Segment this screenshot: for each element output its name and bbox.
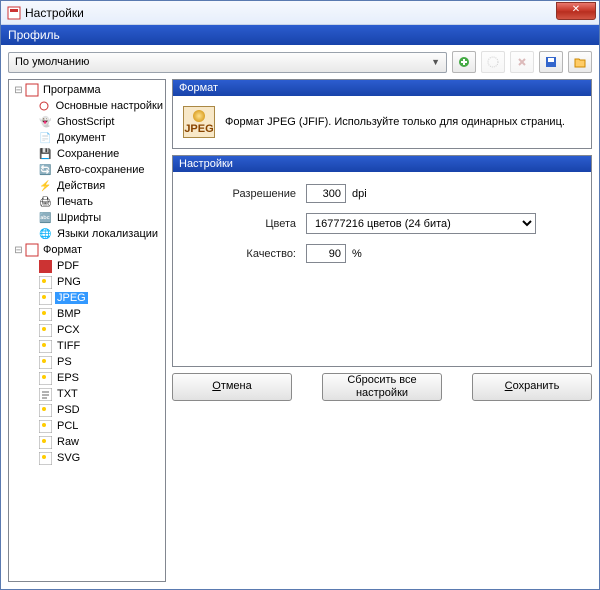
img-icon [38, 275, 53, 289]
ghost-icon: 👻 [38, 115, 53, 129]
save-button[interactable]: Сохранить [472, 373, 592, 401]
format-description: Формат JPEG (JFIF). Используйте только д… [225, 116, 565, 128]
app-icon [7, 6, 21, 20]
colors-label: Цвета [191, 218, 306, 230]
img-icon [38, 419, 53, 433]
tree-item-raw[interactable]: Raw [9, 434, 165, 450]
img-icon [38, 307, 53, 321]
tree-item-ps[interactable]: PS [9, 354, 165, 370]
resolution-unit: dpi [352, 188, 367, 200]
close-button[interactable]: ✕ [556, 2, 596, 20]
tree-item-авто-сохранение[interactable]: 🔄Авто-сохранение [9, 162, 165, 178]
app-icon [24, 83, 39, 97]
tree-item-ghostscript[interactable]: 👻GhostScript [9, 114, 165, 130]
tree-item-языки локализации[interactable]: 🌐Языки локализации [9, 226, 165, 242]
img-icon [38, 291, 53, 305]
settings-window: Настройки ✕ Профиль По умолчанию ▼ ⊟Прог… [0, 0, 600, 590]
gear-icon [37, 99, 52, 113]
tree-item-eps[interactable]: EPS [9, 370, 165, 386]
window-title: Настройки [25, 6, 84, 20]
jpeg-icon: JPEG [183, 106, 215, 138]
txt-icon [38, 387, 53, 401]
tree-toggle-icon[interactable]: ⊟ [13, 85, 24, 96]
tree-item-печать[interactable]: 🖨Печать [9, 194, 165, 210]
reset-button[interactable]: Сбросить все настройки [322, 373, 442, 401]
tree-item-документ[interactable]: 📄Документ [9, 130, 165, 146]
font-icon: 🔤 [38, 211, 53, 225]
quality-label: Качество: [191, 248, 306, 260]
tree-item-bmp[interactable]: BMP [9, 306, 165, 322]
cancel-button[interactable]: Отмена [172, 373, 292, 401]
tree-item-pdf[interactable]: PDF [9, 258, 165, 274]
tree-item-формат[interactable]: ⊟Формат [9, 242, 165, 258]
img-icon [38, 403, 53, 417]
lang-icon: 🌐 [38, 227, 53, 241]
quality-input[interactable] [306, 244, 346, 263]
resolution-input[interactable] [306, 184, 346, 203]
profile-header: Профиль [1, 25, 599, 45]
tree-pane[interactable]: ⊟ПрограммаОсновные настройки👻GhostScript… [8, 79, 166, 582]
tree-item-программа[interactable]: ⊟Программа [9, 82, 165, 98]
resolution-label: Разрешение [191, 188, 306, 200]
tree-item-jpeg[interactable]: JPEG [9, 290, 165, 306]
profile-selected: По умолчанию [15, 56, 89, 68]
print-icon: 🖨 [38, 195, 53, 209]
auto-icon: 🔄 [38, 163, 53, 177]
profile-row: По умолчанию ▼ [1, 45, 599, 79]
chevron-down-icon: ▼ [431, 57, 440, 67]
tree-item-txt[interactable]: TXT [9, 386, 165, 402]
quality-unit: % [352, 248, 362, 260]
delete-profile-button[interactable] [510, 51, 534, 73]
format-panel: Формат JPEG Формат JPEG (JFIF). Использу… [172, 79, 592, 149]
tree-item-svg[interactable]: SVG [9, 450, 165, 466]
pdf-icon [38, 259, 53, 273]
tree-item-сохранение[interactable]: 💾Сохранение [9, 146, 165, 162]
tree-item-основные настройки[interactable]: Основные настройки [9, 98, 165, 114]
right-pane: Формат JPEG Формат JPEG (JFIF). Использу… [172, 79, 592, 582]
settings-panel-title: Настройки [173, 156, 591, 172]
img-icon [38, 355, 53, 369]
tree-item-png[interactable]: PNG [9, 274, 165, 290]
titlebar: Настройки ✕ [1, 1, 599, 25]
tree-toggle-icon[interactable]: ⊟ [13, 245, 24, 256]
settings-panel: Настройки Разрешение dpi Цвета 16777216 … [172, 155, 592, 367]
img-icon [38, 339, 53, 353]
tree-item-действия[interactable]: ⚡Действия [9, 178, 165, 194]
img-icon [38, 435, 53, 449]
save-profile-button[interactable] [539, 51, 563, 73]
tree-item-pcl[interactable]: PCL [9, 418, 165, 434]
tree-item-шрифты[interactable]: 🔤Шрифты [9, 210, 165, 226]
doc-icon: 📄 [38, 131, 53, 145]
add-profile-button[interactable] [452, 51, 476, 73]
img-icon [38, 371, 53, 385]
format-icon [24, 243, 39, 257]
colors-select[interactable]: 16777216 цветов (24 бита) [306, 213, 536, 234]
save-icon: 💾 [38, 147, 53, 161]
edit-profile-button[interactable] [481, 51, 505, 73]
button-row: Отмена Сбросить все настройки Сохранить [172, 373, 592, 583]
open-profile-button[interactable] [568, 51, 592, 73]
img-icon [38, 323, 53, 337]
profile-select[interactable]: По умолчанию ▼ [8, 52, 447, 73]
tree-item-psd[interactable]: PSD [9, 402, 165, 418]
img-icon [38, 451, 53, 465]
format-panel-title: Формат [173, 80, 591, 96]
main-area: ⊟ПрограммаОсновные настройки👻GhostScript… [1, 79, 599, 589]
tree-item-pcx[interactable]: PCX [9, 322, 165, 338]
action-icon: ⚡ [38, 179, 53, 193]
tree-item-tiff[interactable]: TIFF [9, 338, 165, 354]
